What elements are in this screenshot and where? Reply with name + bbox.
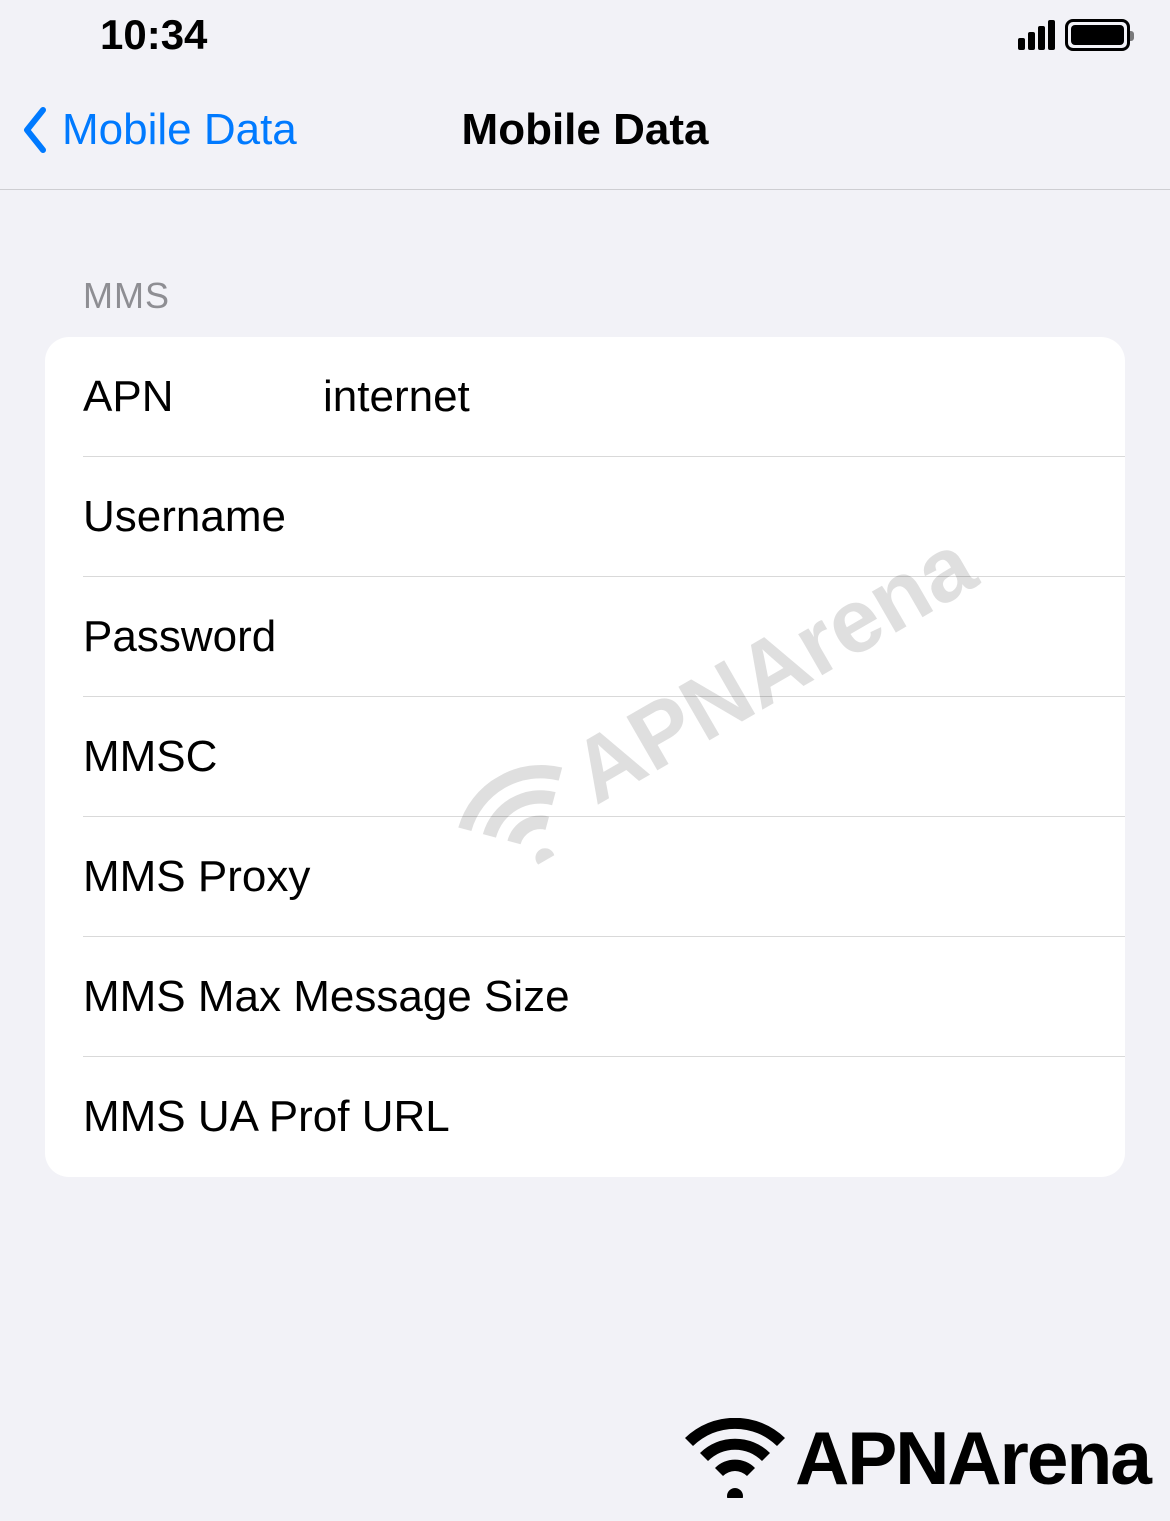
label-username: Username [83, 492, 323, 542]
back-button[interactable]: Mobile Data [0, 105, 297, 155]
watermark-text: APNArena [795, 1415, 1150, 1501]
battery-icon [1065, 19, 1130, 51]
watermark-bottom: APNArena [685, 1415, 1150, 1501]
back-label: Mobile Data [62, 105, 297, 155]
cellular-signal-icon [1018, 20, 1055, 50]
label-mms-proxy: MMS Proxy [83, 852, 323, 902]
page-title: Mobile Data [462, 105, 709, 155]
input-mms-max-size[interactable] [570, 972, 1125, 1022]
label-password: Password [83, 612, 323, 662]
navigation-bar: Mobile Data Mobile Data [0, 70, 1170, 190]
row-password[interactable]: Password [45, 577, 1125, 697]
row-username[interactable]: Username [45, 457, 1125, 577]
status-indicators [1018, 19, 1130, 51]
label-mmsc: MMSC [83, 732, 323, 782]
input-mmsc[interactable] [323, 732, 1087, 782]
status-bar: 10:34 [0, 0, 1170, 70]
row-apn[interactable]: APN [45, 337, 1125, 457]
label-apn: APN [83, 372, 323, 422]
input-apn[interactable] [323, 372, 1087, 422]
row-mms-ua-prof[interactable]: MMS UA Prof URL [45, 1057, 1125, 1177]
chevron-back-icon [20, 105, 50, 155]
input-mms-proxy[interactable] [323, 852, 1087, 902]
section-header-mms: MMS [45, 275, 1125, 317]
row-mms-max-size[interactable]: MMS Max Message Size [45, 937, 1125, 1057]
input-password[interactable] [323, 612, 1087, 662]
row-mmsc[interactable]: MMSC [45, 697, 1125, 817]
label-mms-max-size: MMS Max Message Size [83, 972, 570, 1022]
settings-group-mms: APN Username Password MMSC MMS Proxy MMS… [45, 337, 1125, 1177]
wifi-icon [685, 1418, 785, 1498]
row-mms-proxy[interactable]: MMS Proxy [45, 817, 1125, 937]
input-mms-ua-prof[interactable] [450, 1092, 1087, 1142]
status-time: 10:34 [100, 11, 207, 59]
content-area: MMS APN Username Password MMSC MMS Proxy… [0, 190, 1170, 1177]
label-mms-ua-prof: MMS UA Prof URL [83, 1092, 450, 1142]
input-username[interactable] [323, 492, 1087, 542]
